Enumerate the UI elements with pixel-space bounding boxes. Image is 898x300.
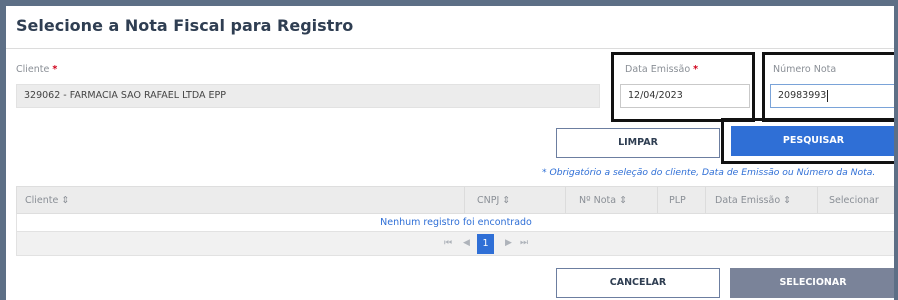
column-divider	[705, 187, 706, 213]
column-header-numero-nota[interactable]: Nº Nota ⇕	[579, 195, 627, 206]
cliente-label-text: Cliente	[16, 64, 50, 75]
column-header-cliente[interactable]: Cliente ⇕	[25, 195, 69, 206]
column-divider	[817, 187, 818, 213]
selecionar-button[interactable]: SELECIONAR	[730, 268, 894, 298]
title-divider	[6, 48, 894, 49]
select-invoice-dialog: Selecione a Nota Fiscal para Registro Cl…	[6, 6, 894, 300]
column-divider	[657, 187, 658, 213]
numero-nota-value: 20983993	[778, 90, 827, 101]
table-header: Cliente ⇕ CNPJ ⇕ Nº Nota ⇕ PLP Data Emis…	[16, 186, 894, 214]
column-header-cnpj[interactable]: CNPJ ⇕	[477, 195, 510, 206]
numero-nota-input[interactable]: 20983993	[770, 84, 894, 108]
required-fields-note: * Obrigatório a seleção do cliente, Data…	[542, 167, 876, 178]
last-page-icon[interactable]: ⏭	[520, 238, 528, 248]
data-emissao-input[interactable]: 12/04/2023	[620, 84, 750, 108]
invoice-table: Cliente ⇕ CNPJ ⇕ Nº Nota ⇕ PLP Data Emis…	[16, 186, 894, 256]
dialog-title: Selecione a Nota Fiscal para Registro	[16, 16, 354, 35]
column-divider	[565, 187, 566, 213]
window-right-edge	[894, 6, 898, 300]
pesquisar-button[interactable]: PESQUISAR	[731, 126, 894, 156]
data-emissao-label: Data Emissão *	[625, 64, 698, 75]
cliente-field[interactable]: 329062 - FARMACIA SAO RAFAEL LTDA EPP	[16, 84, 600, 108]
cliente-required-mark: *	[52, 64, 58, 75]
column-header-plp[interactable]: PLP	[669, 195, 686, 206]
cancelar-button[interactable]: CANCELAR	[556, 268, 720, 298]
current-page-button[interactable]: 1	[477, 234, 494, 254]
column-header-selecionar: Selecionar	[829, 195, 879, 206]
numero-nota-label: Número Nota	[773, 64, 837, 75]
empty-table-message: Nenhum registro foi encontrado	[16, 214, 894, 232]
data-emissao-label-text: Data Emissão	[625, 64, 691, 75]
limpar-button[interactable]: LIMPAR	[556, 128, 720, 158]
next-page-icon[interactable]: ▶	[505, 238, 512, 248]
data-emissao-required-mark: *	[693, 64, 699, 75]
previous-page-icon[interactable]: ◀	[463, 238, 470, 248]
first-page-icon[interactable]: ⏮	[444, 238, 452, 248]
column-header-data-emissao[interactable]: Data Emissão ⇕	[715, 195, 791, 206]
cliente-label: Cliente *	[16, 64, 57, 75]
table-pager: ⏮ ◀ 1 ▶ ⏭	[16, 232, 894, 256]
text-caret	[827, 89, 829, 102]
column-divider	[464, 187, 465, 213]
